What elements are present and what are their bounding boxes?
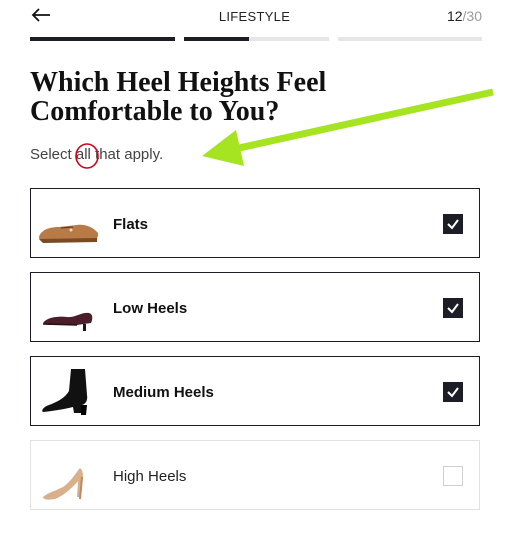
option-flats[interactable]: Flats [30, 188, 480, 258]
progress-segment-1 [30, 37, 175, 41]
option-low-heels[interactable]: Low Heels [30, 272, 480, 342]
high-heel-shoe-icon [37, 449, 101, 501]
check-icon [447, 303, 459, 314]
progress-current: 12 [446, 8, 463, 24]
question-title: Which Heel Heights Feel Comfortable to Y… [30, 67, 327, 127]
progress-segment-2 [184, 37, 329, 41]
subtitle-after: that apply. [90, 146, 164, 163]
annotation-arrow-head [202, 130, 244, 166]
ankle-boot-icon [37, 365, 101, 417]
progress-segment-3 [338, 37, 482, 41]
option-medium-heels[interactable]: Medium Heels [30, 356, 480, 426]
check-icon [447, 219, 459, 230]
option-high-heels[interactable]: High Heels [30, 440, 480, 510]
section-title: LIFESTYLE [218, 9, 291, 24]
option-checkbox-flats[interactable] [443, 214, 463, 234]
question-subtitle: Select all that apply. [30, 146, 163, 163]
subtitle-emphasis: all [75, 146, 91, 163]
progress-counter: 12/30 [447, 8, 482, 24]
top-bar: LIFESTYLE 12/30 [0, 0, 509, 34]
low-heel-shoe-icon [37, 281, 101, 333]
option-checkbox-high-heels[interactable] [443, 466, 463, 486]
option-label: High Heels [113, 468, 187, 485]
option-checkbox-medium-heels[interactable] [443, 382, 463, 402]
check-icon [447, 387, 459, 398]
subtitle-before: Select [30, 146, 76, 163]
progress-fill-1 [30, 37, 175, 41]
progress-total: /30 [462, 8, 482, 24]
option-label: Medium Heels [113, 384, 214, 401]
progress-fill-2 [184, 37, 250, 41]
option-label: Low Heels [113, 300, 188, 317]
option-checkbox-low-heels[interactable] [443, 298, 463, 318]
option-label: Flats [113, 216, 149, 233]
flat-shoe-icon [37, 197, 101, 249]
